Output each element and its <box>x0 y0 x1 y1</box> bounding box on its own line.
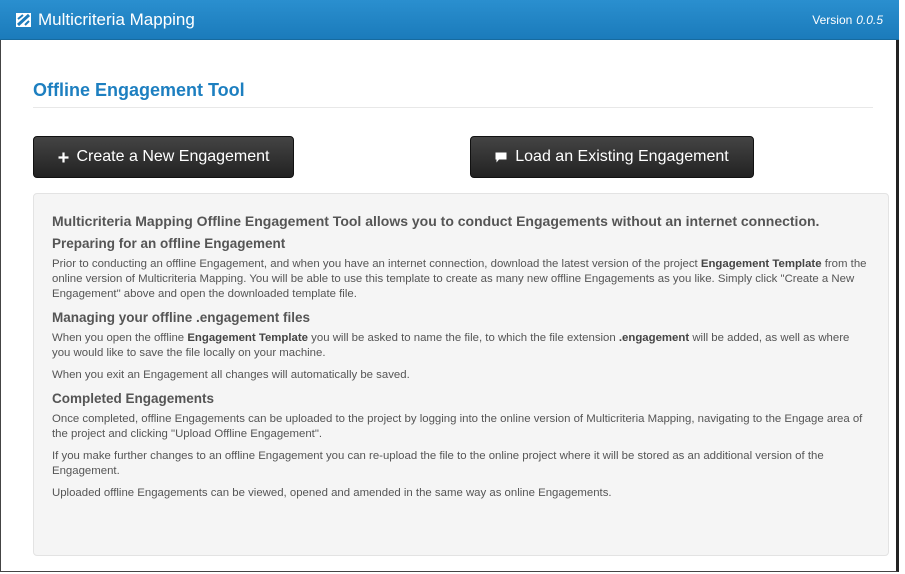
navbar: Multicriteria Mapping Version 0.0.5 <box>0 0 899 40</box>
managing-paragraph-2: When you exit an Engagement all changes … <box>52 369 410 381</box>
create-engagement-label: Create a New Engagement <box>76 148 270 165</box>
info-lead: Multicriteria Mapping Offline Engagement… <box>52 213 820 229</box>
version-info: Version 0.0.5 <box>812 0 883 40</box>
brand-link[interactable]: Multicriteria Mapping <box>16 0 195 40</box>
preparing-heading: Preparing for an offline Engagement <box>52 236 286 251</box>
version-label: Version <box>812 13 853 27</box>
info-panel: Multicriteria Mapping Offline Engagement… <box>33 193 889 556</box>
completed-paragraph-3: Uploaded offline Engagements can be view… <box>52 487 612 499</box>
brand-name: Multicriteria Mapping <box>38 10 195 29</box>
managing-text-1: When you open the offline <box>52 332 188 344</box>
preparing-text-1: Prior to conducting an offline Engagemen… <box>52 258 701 270</box>
load-engagement-button[interactable]: Load an Existing Engagement <box>470 136 754 178</box>
managing-text-2: you will be asked to name the file, to w… <box>308 332 619 344</box>
engagement-template-term-2: Engagement Template <box>187 332 308 344</box>
version-number: 0.0.5 <box>856 13 883 27</box>
completed-paragraph-2: If you make further changes to an offlin… <box>52 450 824 477</box>
engagement-extension-term: .engagement <box>618 332 690 344</box>
completed-paragraph-1: Once completed, offline Engagements can … <box>52 413 863 440</box>
mapping-logo-icon <box>16 13 31 27</box>
load-engagement-label: Load an Existing Engagement <box>515 148 729 165</box>
title-divider <box>33 107 873 108</box>
create-engagement-button[interactable]: Create a New Engagement <box>33 136 294 178</box>
completed-heading: Completed Engagements <box>52 391 215 406</box>
managing-heading: Managing your offline .engagement files <box>52 310 311 325</box>
page-title: Offline Engagement Tool <box>33 80 245 100</box>
plus-icon <box>58 152 69 163</box>
managing-paragraph-1: When you open the offline Engagement Tem… <box>52 331 870 361</box>
comment-icon <box>495 152 507 163</box>
preparing-paragraph: Prior to conducting an offline Engagemen… <box>52 257 870 302</box>
engagement-template-term: Engagement Template <box>700 258 822 270</box>
